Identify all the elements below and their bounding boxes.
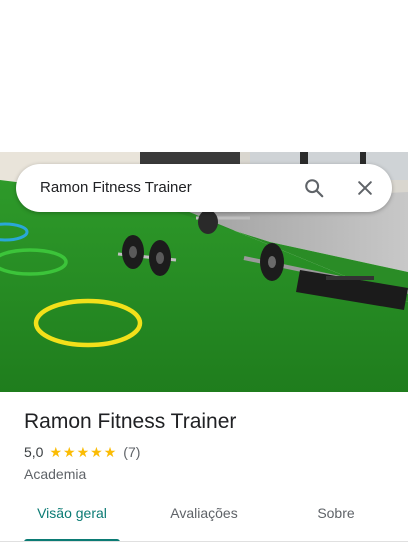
- tab-bar: Visão geral Avaliações Sobre: [0, 498, 408, 544]
- search-query[interactable]: Ramon Fitness Trainer: [40, 164, 192, 212]
- close-icon[interactable]: [349, 172, 381, 204]
- rating-stars: ★ ★ ★ ★ ★: [49, 445, 117, 459]
- star-icon: ★: [103, 444, 117, 460]
- tab-label: Sobre: [317, 505, 355, 521]
- rating-value: 5,0: [24, 444, 44, 460]
- search-bar[interactable]: Ramon Fitness Trainer: [16, 164, 392, 212]
- tab-visao-geral[interactable]: Visão geral: [24, 498, 120, 542]
- search-icon[interactable]: [298, 172, 330, 204]
- star-icon: ★: [63, 444, 76, 460]
- place-info-panel: Ramon Fitness Trainer 5,0 ★ ★ ★ ★ ★ (7) …: [0, 392, 408, 544]
- tab-divider: [0, 541, 408, 542]
- star-icon: ★: [76, 444, 90, 460]
- map-blank-area: [0, 0, 408, 152]
- tab-label: Visão geral: [37, 505, 107, 521]
- star-icon: ★: [90, 444, 103, 460]
- place-title: Ramon Fitness Trainer: [24, 410, 237, 433]
- tab-avaliacoes[interactable]: Avaliações: [156, 498, 252, 542]
- star-icon: ★: [49, 444, 63, 460]
- rating-row[interactable]: 5,0 ★ ★ ★ ★ ★ (7): [24, 444, 140, 460]
- place-category: Academia: [24, 466, 87, 482]
- tab-label: Avaliações: [170, 505, 238, 521]
- tab-sobre[interactable]: Sobre: [288, 498, 384, 542]
- review-count[interactable]: (7): [123, 444, 140, 460]
